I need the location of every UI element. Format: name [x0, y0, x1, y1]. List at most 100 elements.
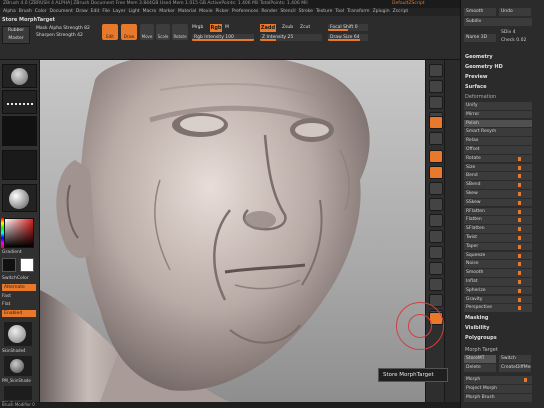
slider-knob[interactable] [518, 227, 521, 232]
menu-item-render[interactable]: Render [261, 8, 277, 16]
deform-twist[interactable]: Twist [464, 234, 532, 242]
menu-item-draw[interactable]: Draw [76, 8, 88, 16]
fast-label[interactable]: Fast [2, 294, 11, 299]
menu-item-layer[interactable]: Layer [113, 8, 126, 16]
geometry-hd-section[interactable]: Geometry HD [465, 64, 503, 70]
store-mt-button[interactable]: StoreMT [464, 355, 496, 363]
zadd-toggle[interactable]: Zadd [260, 24, 276, 32]
deform-relax[interactable]: Relax [464, 137, 532, 145]
deform-bend[interactable]: Bend [464, 172, 532, 180]
floor-icon[interactable] [429, 132, 443, 145]
material-selector[interactable] [2, 184, 37, 212]
deform-flatten[interactable]: Flatten [464, 216, 532, 224]
geometry-section[interactable]: Geometry [465, 54, 493, 60]
slider-knob[interactable] [518, 174, 521, 179]
slider-knob[interactable] [518, 192, 521, 196]
deform-smart-resym[interactable]: Smart Resym [464, 128, 532, 136]
enabled-button[interactable]: Enabled [2, 310, 36, 317]
rgb-intensity-slider[interactable]: Rgb Intensity 100 [192, 34, 254, 41]
slider-knob[interactable] [518, 244, 521, 249]
alternate-button[interactable]: Alternate [2, 284, 36, 291]
move-icon[interactable] [429, 214, 443, 227]
visibility-section[interactable]: Visibility [465, 325, 490, 331]
material-thumb[interactable] [4, 322, 32, 346]
stroke-selector[interactable] [2, 90, 37, 114]
zoom-icon[interactable] [429, 96, 443, 109]
polyf-icon[interactable] [429, 262, 443, 275]
transp-icon[interactable] [429, 278, 443, 291]
menu-item-edit[interactable]: Edit [91, 8, 100, 16]
deformation-section[interactable]: Deformation [465, 94, 496, 100]
slider-knob[interactable] [518, 218, 521, 223]
deform-unify[interactable]: Unify [464, 102, 532, 110]
morph-slider[interactable]: Morph [464, 376, 532, 384]
deform-sbend[interactable]: SBend [464, 181, 532, 189]
menu-item-stencil[interactable]: Stencil [280, 8, 295, 16]
switch-button[interactable]: Switch [499, 355, 531, 363]
hue-strip[interactable] [1, 218, 4, 248]
slider-knob[interactable] [518, 288, 521, 293]
slider-knob[interactable] [518, 200, 521, 205]
material-mode-button[interactable]: Rubber Master [2, 26, 30, 44]
deform-polish[interactable]: Polish [464, 119, 532, 128]
default-zscript-label[interactable]: DefaultZScript [392, 0, 425, 8]
edit-mode-button[interactable]: Edit [102, 24, 118, 40]
zsub-toggle[interactable]: Zsub [282, 25, 293, 30]
frame-icon[interactable] [429, 198, 443, 211]
deform-rotate[interactable]: Rotate [464, 154, 532, 163]
slider-knob[interactable] [518, 297, 521, 302]
menu-item-color[interactable]: Color [35, 8, 47, 16]
name-3d-field[interactable]: Name 3D [464, 34, 496, 42]
deform-offset[interactable]: Offset [464, 146, 532, 154]
lsym-icon[interactable] [429, 166, 443, 179]
menu-item-tool[interactable]: Tool [335, 8, 344, 16]
smooth-button[interactable]: Smooth [464, 8, 496, 16]
slider-knob[interactable] [518, 306, 521, 311]
deform-noise[interactable]: Noise [464, 260, 532, 268]
scale-mode-button[interactable]: Scale [156, 24, 170, 40]
deform-taper[interactable]: Taper [464, 242, 532, 251]
deform-size[interactable]: Size [464, 163, 532, 172]
slider-knob[interactable] [518, 271, 521, 276]
menu-item-stroke[interactable]: Stroke [299, 8, 313, 16]
mrgb-toggle[interactable]: Mrgb [192, 25, 203, 30]
switch-color-label[interactable]: SwitchColor [2, 276, 29, 281]
menu-item-picker[interactable]: Picker [215, 8, 228, 16]
menu-item-marker[interactable]: Marker [159, 8, 175, 16]
project-morph-button[interactable]: Project Morph [464, 385, 532, 393]
delete-button[interactable]: Delete [464, 364, 496, 372]
undo-button[interactable]: Undo [499, 8, 531, 16]
scroll-icon[interactable] [429, 80, 443, 93]
texture-selector[interactable] [2, 150, 37, 180]
slider-knob[interactable] [518, 236, 521, 240]
rotate-mode-button[interactable]: Rotate [172, 24, 188, 40]
scale-icon[interactable] [429, 230, 443, 243]
draw-size-slider[interactable]: Draw Size 64 [328, 34, 368, 41]
menu-item-movie[interactable]: Movie [199, 8, 212, 16]
deform-mirror[interactable]: Mirror [464, 110, 532, 119]
color-picker[interactable] [4, 218, 34, 248]
draw-mode-button[interactable]: Draw [121, 24, 137, 40]
secondary-color-swatch[interactable] [2, 258, 16, 272]
gradient-label[interactable]: Gradient [2, 250, 22, 255]
alpha-strength-label[interactable]: Mask Alpha Strength 82 [36, 26, 90, 31]
menu-item-zplugin[interactable]: Zplugin [373, 8, 390, 16]
menu-item-texture[interactable]: Texture [316, 8, 332, 16]
preview-section[interactable]: Preview [465, 74, 488, 80]
menu-item-brush[interactable]: Brush [19, 8, 32, 16]
alpha-selector[interactable] [2, 116, 37, 146]
deform-skew[interactable]: Skew [464, 190, 532, 198]
brush-selector[interactable] [2, 64, 37, 88]
deform-smooth[interactable]: Smooth [464, 269, 532, 277]
rgb-toggle[interactable]: Rgb [210, 24, 222, 32]
menu-item-alpha[interactable]: Alpha [3, 8, 16, 16]
menu-item-file[interactable]: File [102, 8, 110, 16]
texture-thumb[interactable] [4, 386, 32, 400]
pm-thumb[interactable] [4, 356, 32, 376]
flat-label[interactable]: Flat [2, 302, 10, 307]
slider-knob[interactable] [518, 209, 521, 214]
local-icon[interactable] [429, 150, 443, 163]
move-mode-button[interactable]: Move [140, 24, 154, 40]
m-toggle[interactable]: M [225, 25, 229, 30]
slider-knob[interactable] [518, 253, 521, 258]
